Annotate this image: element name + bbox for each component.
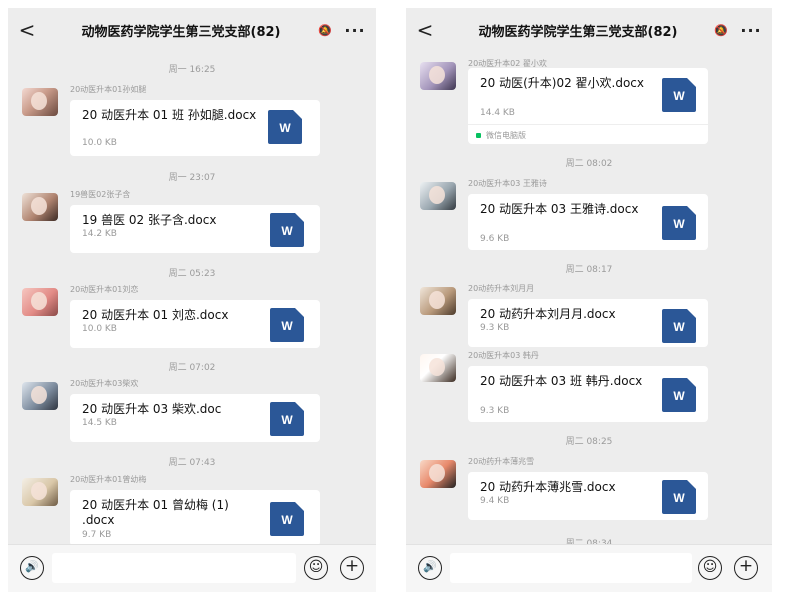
file-card[interactable]: 20 动医升本 01 班 孙如腿.docx 10.0 KB W <box>70 100 320 156</box>
file-card[interactable]: 19 兽医 02 张子含.docx 14.2 KB W <box>70 205 320 253</box>
avatar[interactable] <box>420 62 456 90</box>
timestamp: 周二 08:02 <box>565 159 613 169</box>
file-name: 20 动医升本 01 班 孙如腿.docx <box>82 108 257 122</box>
avatar[interactable] <box>420 354 456 382</box>
emoji-icon[interactable]: ☺ <box>304 556 328 580</box>
wechat-pc-icon <box>476 133 481 138</box>
file-name: 19 兽医 02 张子含.docx <box>82 213 217 227</box>
file-size: 14.2 KB <box>82 229 117 239</box>
file-card[interactable]: 20 动医升本 03 柴欢.doc 14.5 KB W <box>70 394 320 442</box>
file-size: 9.3 KB <box>480 406 510 416</box>
input-bar: 🔊 ☺ + <box>8 544 376 592</box>
plus-icon[interactable]: + <box>734 556 758 580</box>
timestamp: 周二 08:25 <box>565 437 613 447</box>
file-size: 9.4 KB <box>480 496 510 506</box>
file-source: 微信电脑版 <box>468 124 708 144</box>
file-size: 9.7 KB <box>82 530 112 540</box>
file-name: 20 动医升本 03 班 韩丹.docx <box>480 374 643 388</box>
sender-name: 20动药升本刘月月 <box>468 284 535 293</box>
word-file-icon: W <box>662 309 696 343</box>
file-card[interactable]: 20 动医升本 03 王雅诗.docx 9.6 KB W <box>468 194 708 250</box>
word-file-icon: W <box>662 480 696 514</box>
sender-name: 20动医升本03柴欢 <box>70 379 139 388</box>
file-card[interactable]: 20 动医(升本)02 翟小欢.docx 14.4 KB W 微信电脑版 <box>468 68 708 144</box>
voice-input-icon[interactable]: 🔊 <box>20 556 44 580</box>
sender-name: 20动医升本03 王雅诗 <box>468 179 547 188</box>
avatar[interactable] <box>420 182 456 210</box>
plus-icon[interactable]: + <box>340 556 364 580</box>
right-chat-screen: < 动物医药学院学生第三党支部(82) 🔕 ··· 20动医升本02 翟小欢 2… <box>406 8 772 592</box>
file-name: 20 动医升本 01 刘恋.docx <box>82 308 229 322</box>
sender-name: 20动药升本薄兆雪 <box>468 457 535 466</box>
file-card[interactable]: 20 动医升本 01 刘恋.docx 10.0 KB W <box>70 300 320 348</box>
file-name: 20 动医(升本)02 翟小欢.docx <box>480 76 645 90</box>
more-options-icon[interactable]: ··· <box>730 21 772 40</box>
file-name: 20 动药升本薄兆雪.docx <box>480 480 616 494</box>
emoji-icon[interactable]: ☺ <box>698 556 722 580</box>
message-list[interactable]: 20动医升本02 翟小欢 20 动医(升本)02 翟小欢.docx 14.4 K… <box>406 52 772 544</box>
word-file-icon: W <box>662 78 696 112</box>
file-card[interactable]: 20 动医升本 03 班 韩丹.docx 9.3 KB W <box>468 366 708 422</box>
chat-header: < 动物医药学院学生第三党支部(82) 🔕 ··· <box>406 8 772 52</box>
file-name: 20 动医升本 01 曾幼梅 (1) .docx <box>82 498 229 527</box>
file-size: 9.3 KB <box>480 323 510 333</box>
file-name: 20 动药升本刘月月.docx <box>480 307 616 321</box>
file-name: 20 动医升本 03 柴欢.doc <box>82 402 222 416</box>
sender-name: 20动医升本01刘恋 <box>70 285 139 294</box>
message-input[interactable] <box>450 553 692 583</box>
word-file-icon: W <box>268 110 302 144</box>
message-list[interactable]: 周一 16:25 20动医升本01孙如腿 20 动医升本 01 班 孙如腿.do… <box>8 52 376 544</box>
word-file-icon: W <box>662 378 696 412</box>
file-size: 10.0 KB <box>82 138 117 148</box>
file-card[interactable]: 20 动药升本刘月月.docx 9.3 KB W <box>468 299 708 347</box>
avatar[interactable] <box>420 287 456 315</box>
sender-name: 19兽医02张子含 <box>70 190 131 199</box>
word-file-icon: W <box>270 402 304 436</box>
file-size: 14.4 KB <box>480 108 515 118</box>
mute-icon: 🔕 <box>318 23 332 37</box>
file-card[interactable]: 20 动医升本 01 曾幼梅 (1) .docx 9.7 KB W <box>70 490 320 544</box>
timestamp: 周二 07:02 <box>168 363 216 373</box>
file-name: 20 动医升本 03 王雅诗.docx <box>480 202 639 216</box>
chat-header: < 动物医药学院学生第三党支部(82) 🔕 ··· <box>8 8 376 52</box>
mute-icon: 🔕 <box>714 23 728 37</box>
avatar[interactable] <box>420 460 456 488</box>
word-file-icon: W <box>270 213 304 247</box>
timestamp: 周二 05:23 <box>168 269 216 279</box>
message-input[interactable] <box>52 553 296 583</box>
avatar[interactable] <box>22 382 58 410</box>
sender-name: 20动医升本01孙如腿 <box>70 85 147 94</box>
word-file-icon: W <box>270 502 304 536</box>
back-icon[interactable]: < <box>8 18 46 42</box>
back-icon[interactable]: < <box>406 18 444 42</box>
group-title: 动物医药学院学生第三党支部(82) <box>478 24 678 40</box>
file-card[interactable]: 20 动药升本薄兆雪.docx 9.4 KB W <box>468 472 708 520</box>
more-options-icon[interactable]: ··· <box>334 21 376 40</box>
file-size: 9.6 KB <box>480 234 510 244</box>
word-file-icon: W <box>662 206 696 240</box>
timestamp: 周二 08:34 <box>565 539 613 544</box>
file-size: 10.0 KB <box>82 324 117 334</box>
sender-name: 20动医升本01曾幼梅 <box>70 475 147 484</box>
input-bar: 🔊 ☺ + <box>406 544 772 592</box>
timestamp: 周二 07:43 <box>168 458 216 468</box>
file-size: 14.5 KB <box>82 418 117 428</box>
timestamp: 周一 16:25 <box>168 65 216 75</box>
timestamp: 周二 08:17 <box>565 265 613 275</box>
avatar[interactable] <box>22 193 58 221</box>
avatar[interactable] <box>22 478 58 506</box>
left-chat-screen: < 动物医药学院学生第三党支部(82) 🔕 ··· 周一 16:25 20动医升… <box>8 8 376 592</box>
word-file-icon: W <box>270 308 304 342</box>
timestamp: 周一 23:07 <box>168 173 216 183</box>
avatar[interactable] <box>22 88 58 116</box>
sender-name: 20动医升本03 韩丹 <box>468 351 539 360</box>
group-title: 动物医药学院学生第三党支部(82) <box>81 24 281 40</box>
voice-input-icon[interactable]: 🔊 <box>418 556 442 580</box>
avatar[interactable] <box>22 288 58 316</box>
